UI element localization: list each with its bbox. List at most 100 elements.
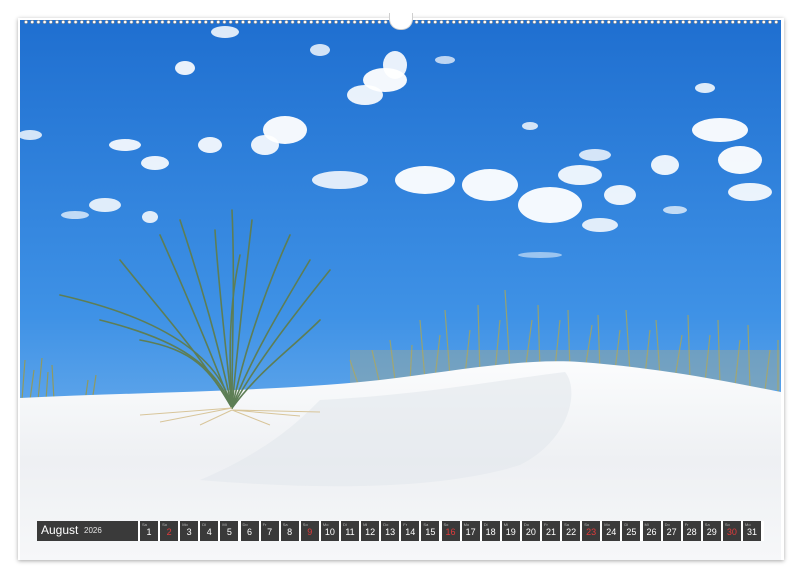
binding-hole bbox=[55, 20, 59, 24]
binding-hole bbox=[154, 20, 159, 24]
day-number: 21 bbox=[545, 527, 556, 537]
binding-hole bbox=[712, 20, 717, 24]
binding-hole bbox=[166, 20, 171, 24]
day-cell: Mi 5 bbox=[220, 521, 239, 541]
binding-hole bbox=[482, 20, 487, 24]
binding-hole bbox=[464, 20, 469, 24]
binding-hole bbox=[290, 20, 295, 24]
day-number: 24 bbox=[606, 527, 617, 537]
binding-hole bbox=[563, 20, 568, 24]
binding-hole bbox=[538, 20, 543, 24]
binding-hole bbox=[334, 20, 338, 24]
day-cell: Mo 24 bbox=[602, 521, 621, 541]
binding-hole bbox=[439, 20, 444, 24]
binding-hole bbox=[551, 20, 555, 24]
binding-hole bbox=[309, 20, 314, 24]
day-number: 8 bbox=[287, 527, 293, 537]
binding-hole bbox=[203, 20, 208, 24]
binding-hole bbox=[92, 20, 97, 24]
binding-hole bbox=[117, 20, 121, 24]
binding-hole bbox=[67, 20, 72, 24]
day-cell: Mi 19 bbox=[501, 521, 520, 541]
binding-hole bbox=[433, 20, 438, 24]
day-cell: Sa 1 bbox=[140, 521, 158, 541]
binding-hole bbox=[588, 20, 593, 24]
binding-hole bbox=[24, 20, 28, 24]
day-cell: Mo 17 bbox=[461, 521, 480, 541]
day-number: 1 bbox=[146, 527, 152, 537]
month-label-block: August 2026 bbox=[37, 521, 138, 541]
binding-hole bbox=[110, 20, 115, 24]
binding-hole bbox=[272, 20, 276, 24]
binding-hole bbox=[451, 20, 456, 24]
day-number: 9 bbox=[307, 527, 313, 537]
binding-hole bbox=[222, 20, 227, 24]
binding-hole bbox=[228, 20, 233, 24]
day-number: 6 bbox=[246, 527, 252, 537]
day-cell: Fr 28 bbox=[682, 521, 701, 541]
day-number: 29 bbox=[706, 527, 717, 537]
binding-hole bbox=[544, 20, 549, 24]
binding-hole bbox=[358, 20, 363, 24]
day-cell: Di 25 bbox=[622, 521, 641, 541]
day-cell: Mo 3 bbox=[180, 521, 199, 541]
binding-hole bbox=[365, 20, 369, 24]
binding-hole bbox=[303, 20, 307, 24]
day-cell: Sa 15 bbox=[421, 521, 440, 541]
binding-hole bbox=[600, 20, 605, 24]
day-cell: Do 13 bbox=[381, 521, 400, 541]
binding-hole bbox=[755, 20, 760, 24]
binding-hole bbox=[675, 20, 679, 24]
day-cell: Fr 14 bbox=[401, 521, 420, 541]
day-cell: Sa 22 bbox=[562, 521, 581, 541]
binding-hole bbox=[687, 20, 692, 24]
day-cell: So 30 bbox=[722, 521, 741, 541]
binding-hole bbox=[79, 20, 84, 24]
binding-hole bbox=[296, 20, 301, 24]
day-cell: So 16 bbox=[441, 521, 460, 541]
binding-hole bbox=[699, 20, 704, 24]
binding-hole bbox=[241, 20, 245, 24]
binding-hole bbox=[625, 20, 630, 24]
day-number: 3 bbox=[186, 527, 192, 537]
binding-hole bbox=[327, 20, 332, 24]
binding-hole bbox=[420, 20, 425, 24]
day-cell: So 2 bbox=[160, 521, 179, 541]
day-number: 7 bbox=[267, 527, 273, 537]
binding-hole bbox=[427, 20, 431, 24]
day-cell: Di 4 bbox=[200, 521, 219, 541]
day-number: 27 bbox=[666, 527, 677, 537]
binding-hole bbox=[761, 20, 766, 24]
day-cell: Mi 26 bbox=[642, 521, 661, 541]
day-number: 5 bbox=[226, 527, 232, 537]
binding-hole bbox=[526, 20, 531, 24]
calendar-strip: August 2026 Sa 1 So 2 Mo 3 Di 4 Mi 5 Do 6 Fr 7 Sa 8 So 9 M… bbox=[37, 521, 764, 541]
day-number: 14 bbox=[405, 527, 416, 537]
binding-hole bbox=[737, 20, 741, 24]
binding-hole bbox=[768, 20, 772, 24]
day-number: 22 bbox=[566, 527, 577, 537]
binding-hole bbox=[383, 20, 388, 24]
day-number: 13 bbox=[385, 527, 396, 537]
binding-hole bbox=[637, 20, 642, 24]
day-cell: Di 18 bbox=[481, 521, 500, 541]
day-number: 17 bbox=[465, 527, 476, 537]
binding-hole bbox=[681, 20, 686, 24]
binding-hole bbox=[321, 20, 326, 24]
binding-hole bbox=[377, 20, 382, 24]
binding-hole bbox=[172, 20, 177, 24]
binding-hole bbox=[30, 20, 35, 24]
day-number: 31 bbox=[746, 527, 757, 537]
binding-hole bbox=[259, 20, 264, 24]
binding-hole bbox=[594, 20, 599, 24]
binding-hole bbox=[445, 20, 450, 24]
binding-hole bbox=[123, 20, 128, 24]
year-label: 2026 bbox=[84, 526, 102, 535]
day-number: 30 bbox=[726, 527, 737, 537]
binding-hole bbox=[458, 20, 462, 24]
binding-hole bbox=[730, 20, 735, 24]
month-name: August bbox=[41, 523, 79, 537]
binding-hole bbox=[340, 20, 345, 24]
day-cell: Do 6 bbox=[240, 521, 259, 541]
binding-hole bbox=[135, 20, 140, 24]
